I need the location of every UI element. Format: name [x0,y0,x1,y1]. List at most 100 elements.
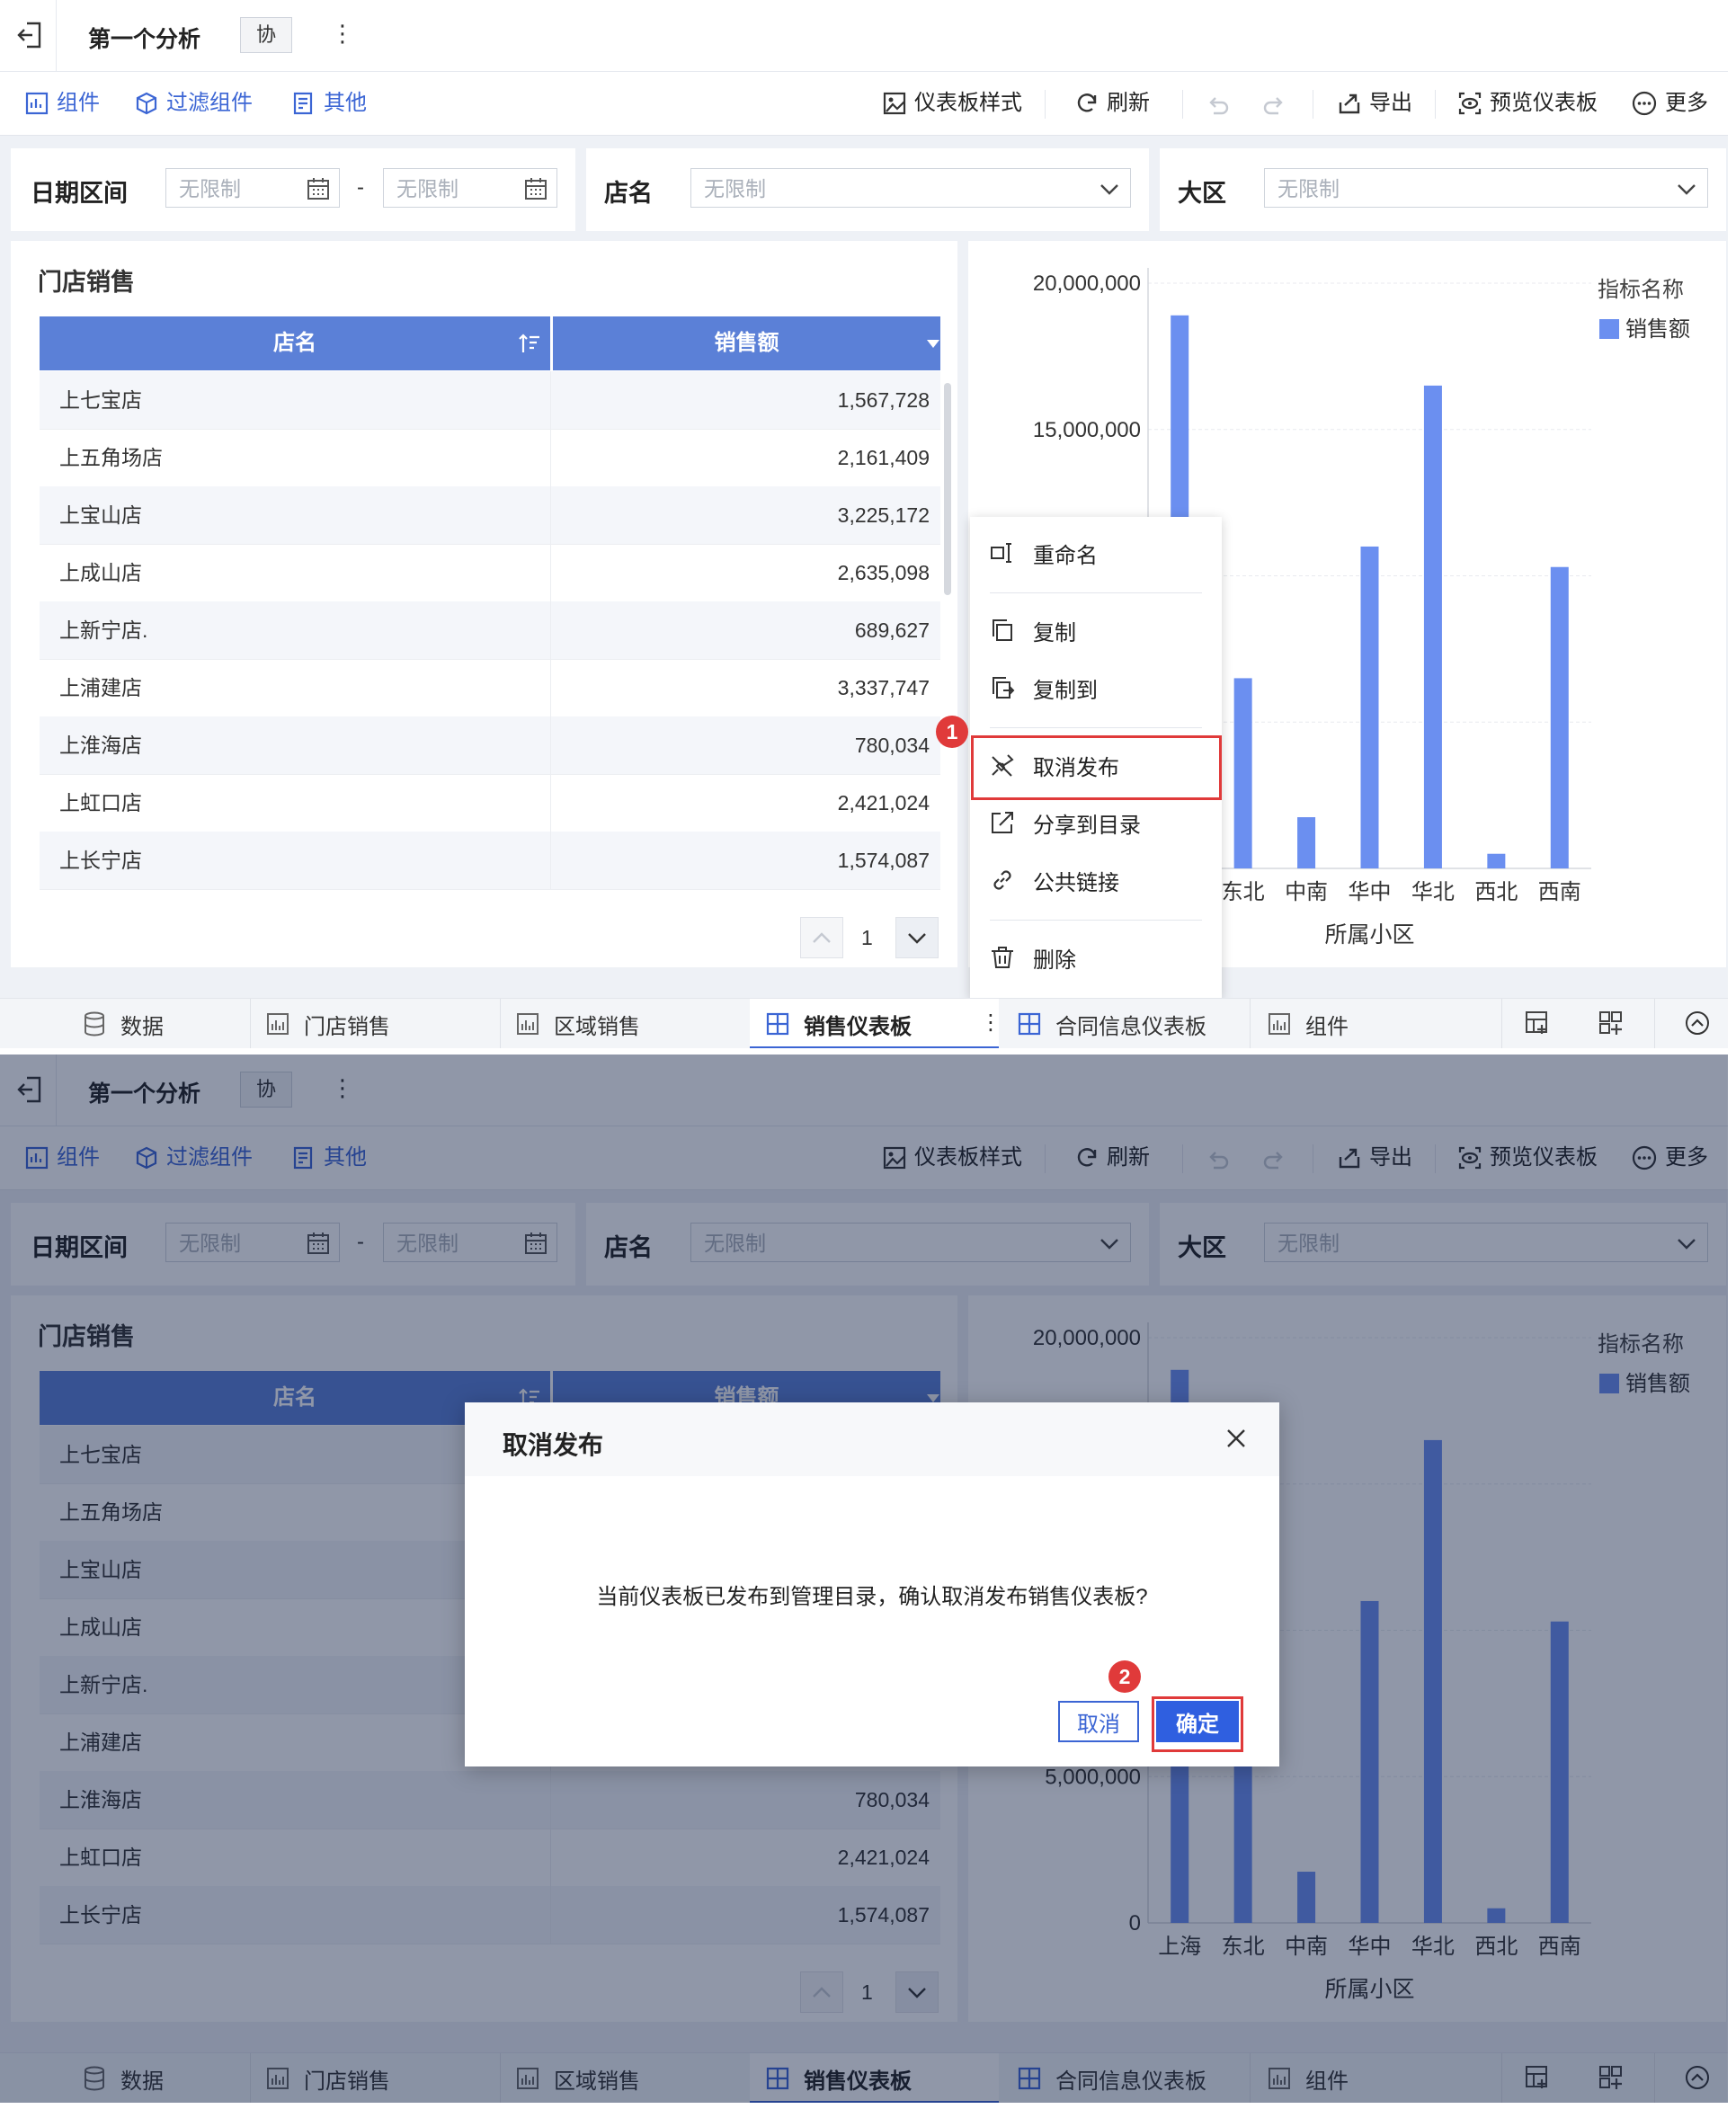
tab-more-icon[interactable]: ⋮ [980,1010,1002,1036]
tab-contract-dashboard[interactable]: 合同信息仪表板 [1018,999,1206,1048]
row-sales-value: 3,337,747 [837,676,930,699]
screenshot-confirm-dialog: 第一个分析 协 ⋮ 组件 过滤组件 其他 仪表板样式 刷新 导出 预览仪表板 更… [0,1054,1736,2109]
header-more-icon[interactable]: ⋮ [331,20,354,48]
region-select[interactable]: 无限制 [1264,168,1708,208]
table-header: 店名 销售额 [40,316,940,370]
date-range-filter: 日期区间 无限制 - 无限制 [11,148,575,231]
screenshot-context-menu: 第一个分析 协 ⋮ 组件 过滤组件 其他 仪表板样式 刷新 导出 预览仪表板 更… [0,0,1736,1054]
undo-icon[interactable] [1206,93,1230,115]
table-row[interactable]: 上成山店 2,635,098 [40,544,940,602]
toolbar-other-button[interactable]: 其他 [292,88,367,119]
close-icon[interactable] [1224,1426,1249,1451]
table-row[interactable]: 上七宝店 1,567,728 [40,371,940,430]
date-from-placeholder: 无限制 [179,177,241,200]
tab-divider [1501,999,1502,1048]
table-title: 门店销售 [38,269,135,296]
redo-icon[interactable] [1262,93,1286,115]
table-row[interactable]: 上宝山店 3,225,172 [40,486,940,545]
table-row[interactable]: 上长宁店 1,574,087 [40,832,940,890]
add-component-sheet-icon[interactable] [1598,1010,1625,1037]
exit-icon[interactable] [16,20,43,50]
add-dashboard-icon[interactable] [1524,1010,1551,1037]
bar [1423,385,1442,868]
region-filter-label: 大区 [1178,180,1226,207]
sort-icon[interactable] [518,333,541,354]
cell-divider [550,716,551,774]
bar [1360,546,1379,868]
cell-divider [550,774,551,832]
column-header-store[interactable]: 店名 [40,316,550,370]
tab-sales-dashboard[interactable]: 销售仪表板 [750,999,999,1048]
menu-item-label: 分享到目录 [1033,813,1141,838]
store-filter: 店名 无限制 [586,148,1149,231]
table-body: 上七宝店 1,567,728 上五角场店 2,161,409 上宝山店 3,225,1… [40,371,940,893]
x-tick-label: 华中 [1349,880,1392,904]
store-select[interactable]: 无限制 [690,168,1131,208]
calendar-icon[interactable] [524,177,548,200]
menu-item-label: 公共链接 [1033,870,1119,895]
tab-label: 组件 [1305,1014,1349,1039]
tab-region-sales[interactable]: 区域销售 [516,999,640,1048]
dashboard-icon [766,1012,789,1036]
collab-badge[interactable]: 协 [240,17,292,53]
preview-dashboard-button[interactable]: 预览仪表板 [1458,88,1598,119]
menu-divider [990,727,1202,728]
row-store-name: 上宝山店 [59,503,142,527]
menu-item-share-to-directory[interactable]: 分享到目录 [990,805,1141,841]
table-scrollbar[interactable] [944,383,951,595]
tab-store-sales[interactable]: 门店销售 [266,999,390,1048]
bar-chart-icon [517,1013,539,1035]
tab-components[interactable]: 组件 [1268,999,1349,1048]
row-sales-value: 2,635,098 [837,561,930,584]
x-tick-label: 中南 [1285,880,1328,904]
dashboard-editor: 第一个分析 协 ⋮ 组件 过滤组件 其他 仪表板样式 刷新 导出 预览仪表板 更… [0,1054,1728,2103]
table-row[interactable]: 上浦建店 3,337,747 [40,659,940,717]
tab-divider [1250,999,1251,1048]
menu-item-rename[interactable]: 重命名 [990,535,1098,571]
x-tick-label: 西北 [1474,880,1518,904]
calendar-icon[interactable] [307,177,330,200]
confirm-highlight-box [1152,1696,1243,1752]
cancel-button[interactable]: 取消 [1058,1701,1139,1742]
tab-data[interactable]: 数据 [83,999,164,1048]
date-from-input[interactable]: 无限制 [165,168,340,208]
chevron-up-icon [813,932,831,943]
share-icon [992,812,1013,833]
menu-item-copy-to[interactable]: 复制到 [990,670,1098,706]
bar-chart-icon [1269,1013,1290,1035]
cell-divider [550,544,551,601]
copy-to-icon [993,677,1015,699]
table-row[interactable]: 上淮海店 780,034 [40,716,940,775]
y-tick-label: 20,000,000 [1033,271,1141,296]
toolbar-divider [1435,90,1436,119]
column-header-sales[interactable]: 销售额 [553,316,940,370]
toolbar-component-label: 组件 [57,91,100,115]
add-component-icon [25,92,49,115]
menu-item-public-link[interactable]: 公共链接 [990,862,1119,898]
toolbar-filter-label: 过滤组件 [166,91,253,115]
column-dropdown-icon[interactable] [927,340,939,348]
table-row[interactable]: 上五角场店 2,161,409 [40,429,940,487]
more-button[interactable]: 更多 [1632,88,1708,119]
table-row[interactable]: 上虹口店 2,421,024 [40,774,940,832]
toolbar-filter-button[interactable]: 过滤组件 [135,88,253,119]
toolbar-component-button[interactable]: 组件 [25,88,100,119]
page-down-button[interactable] [895,917,939,958]
date-to-input[interactable]: 无限制 [383,168,557,208]
refresh-button[interactable]: 刷新 [1075,88,1150,119]
menu-item-copy[interactable]: 复制 [990,612,1076,648]
region-select-value: 无限制 [1278,177,1340,200]
copy-icon [993,619,1012,641]
bar [1297,817,1316,868]
bar [1487,853,1506,868]
collapse-up-icon[interactable] [1684,1010,1711,1037]
menu-item-label: 重命名 [1033,543,1098,568]
menu-item-delete[interactable]: 删除 [990,939,1076,975]
date-to-placeholder: 无限制 [396,177,458,200]
row-sales-value: 689,627 [854,618,930,642]
table-row[interactable]: 上新宁店. 689,627 [40,601,940,660]
page-up-button[interactable] [800,917,843,958]
row-store-name: 上五角场店 [59,446,163,469]
export-button[interactable]: 导出 [1338,88,1412,119]
dashboard-style-button[interactable]: 仪表板样式 [883,88,1022,119]
